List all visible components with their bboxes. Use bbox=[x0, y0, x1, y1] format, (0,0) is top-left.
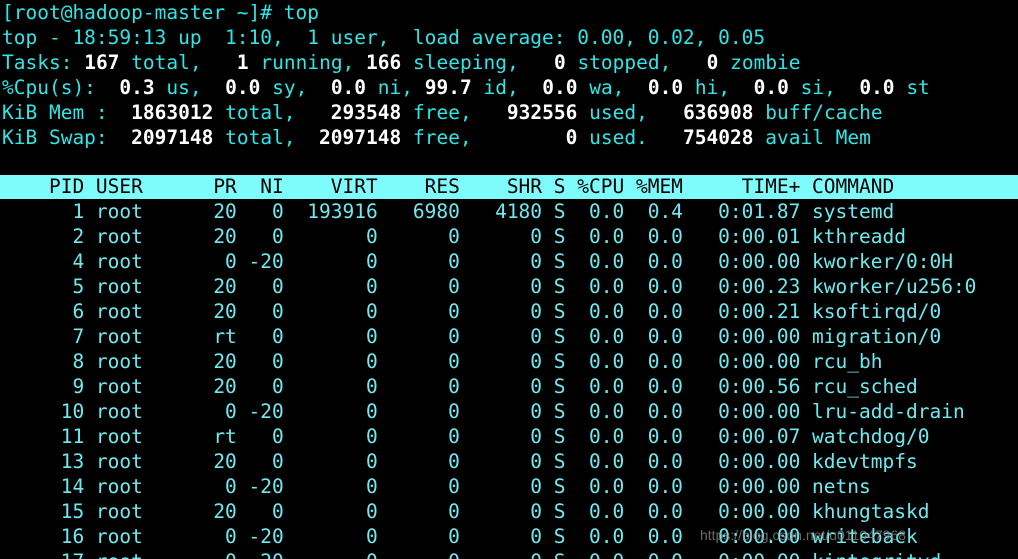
swap-total-label: total, bbox=[225, 126, 296, 149]
swap-total-value: 2097148 bbox=[131, 126, 214, 149]
cpu-ni-value: 0.0 bbox=[330, 76, 367, 99]
tasks-line: Tasks: 167 total, 1 running, 166 sleepin… bbox=[0, 50, 1018, 75]
swap-line: KiB Swap: 2097148 total, 2097148 free, 0… bbox=[0, 125, 1018, 150]
uptime-line: top - 18:59:13 up 1:10, 1 user, load ave… bbox=[0, 25, 1018, 50]
mem-used-label: used, bbox=[589, 101, 648, 124]
table-row[interactable]: 13 root 20 0 0 0 0 S 0.0 0.0 0:00.00 kde… bbox=[0, 449, 1018, 474]
cpu-id-value: 99.7 bbox=[424, 76, 472, 99]
tasks-zombie-value: 0 bbox=[706, 51, 719, 74]
mem-total-value: 1863012 bbox=[131, 101, 214, 124]
uptime-text: top - 18:59:13 up 1:10, 1 user, load ave… bbox=[2, 26, 766, 49]
cpu-sy-label: sy, bbox=[272, 76, 308, 99]
table-row[interactable]: 1 root 20 0 193916 6980 4180 S 0.0 0.4 0… bbox=[0, 199, 1018, 224]
swap-label: KiB Swap: bbox=[2, 126, 108, 149]
tasks-sleeping-value: 166 bbox=[366, 51, 402, 74]
terminal-window[interactable]: [root@hadoop-master ~]# top top - 18:59:… bbox=[0, 0, 1018, 559]
table-row[interactable]: 7 root rt 0 0 0 0 S 0.0 0.0 0:00.00 migr… bbox=[0, 324, 1018, 349]
mem-label: KiB Mem : bbox=[2, 101, 108, 124]
process-table-body[interactable]: 1 root 20 0 193916 6980 4180 S 0.0 0.4 0… bbox=[0, 199, 1018, 559]
swap-free-label: free, bbox=[412, 126, 472, 149]
mem-used-value: 932556 bbox=[506, 101, 578, 124]
process-table-header[interactable]: PID USER PR NI VIRT RES SHR S %CPU %MEM … bbox=[0, 175, 1018, 199]
cpu-st-value: 0.0 bbox=[859, 76, 895, 99]
table-row[interactable]: 9 root 20 0 0 0 0 S 0.0 0.0 0:00.56 rcu_… bbox=[0, 374, 1018, 399]
tasks-sleeping-label: sleeping, bbox=[413, 51, 519, 74]
table-row[interactable]: 15 root 20 0 0 0 0 S 0.0 0.0 0:00.00 khu… bbox=[0, 499, 1018, 524]
swap-avail-label: avail Mem bbox=[765, 126, 871, 149]
mem-line: KiB Mem : 1863012 total, 293548 free, 93… bbox=[0, 100, 1018, 125]
mem-buffcache-label: buff/cache bbox=[765, 101, 883, 124]
table-row[interactable]: 10 root 0 -20 0 0 0 S 0.0 0.0 0:00.00 lr… bbox=[0, 399, 1018, 424]
swap-free-value: 2097148 bbox=[319, 126, 402, 149]
tasks-stopped-label: stopped, bbox=[577, 51, 672, 74]
table-row[interactable]: 14 root 0 -20 0 0 0 S 0.0 0.0 0:00.00 ne… bbox=[0, 474, 1018, 499]
table-row[interactable]: 8 root 20 0 0 0 0 S 0.0 0.0 0:00.00 rcu_… bbox=[0, 349, 1018, 374]
tasks-total-label: total, bbox=[131, 51, 202, 74]
swap-used-label: used. bbox=[589, 126, 648, 149]
cpu-wa-value: 0.0 bbox=[542, 76, 578, 99]
mem-free-label: free, bbox=[412, 101, 472, 124]
tasks-stopped-value: 0 bbox=[553, 51, 566, 74]
mem-buffcache-value: 636908 bbox=[683, 101, 754, 124]
tasks-running-value: 1 bbox=[236, 51, 249, 74]
cpu-sy-value: 0.0 bbox=[225, 76, 261, 99]
cpu-us-label: us, bbox=[166, 76, 202, 99]
table-row[interactable]: 2 root 20 0 0 0 0 S 0.0 0.0 0:00.01 kthr… bbox=[0, 224, 1018, 249]
table-row[interactable]: 11 root rt 0 0 0 0 S 0.0 0.0 0:00.07 wat… bbox=[0, 424, 1018, 449]
mem-free-value: 293548 bbox=[330, 101, 402, 124]
top-summary-area: [root@hadoop-master ~]# top top - 18:59:… bbox=[0, 0, 1018, 150]
tasks-zombie-label: zombie bbox=[730, 51, 801, 74]
cpu-hi-label: hi, bbox=[694, 76, 731, 99]
table-row[interactable]: 5 root 20 0 0 0 0 S 0.0 0.0 0:00.23 kwor… bbox=[0, 274, 1018, 299]
shell-prompt-line: [root@hadoop-master ~]# top bbox=[0, 0, 1018, 25]
tasks-total-value: 167 bbox=[84, 51, 120, 74]
table-row[interactable]: 16 root 0 -20 0 0 0 S 0.0 0.0 0:00.00 wr… bbox=[0, 524, 1018, 549]
swap-used-value: 0 bbox=[565, 126, 578, 149]
cpu-hi-value: 0.0 bbox=[647, 76, 684, 99]
swap-avail-value: 754028 bbox=[683, 126, 754, 149]
cpu-id-label: id, bbox=[483, 76, 519, 99]
cpu-ni-label: ni, bbox=[377, 76, 414, 99]
cpu-wa-label: wa, bbox=[589, 76, 625, 99]
table-row[interactable]: 4 root 0 -20 0 0 0 S 0.0 0.0 0:00.00 kwo… bbox=[0, 249, 1018, 274]
cpu-line: %Cpu(s): 0.3 us, 0.0 sy, 0.0 ni, 99.7 id… bbox=[0, 75, 1018, 100]
table-row[interactable]: 17 root 0 -20 0 0 0 S 0.0 0.0 0:00.00 ki… bbox=[0, 549, 1018, 559]
cpu-us-value: 0.3 bbox=[119, 76, 155, 99]
cpu-si-value: 0.0 bbox=[753, 76, 789, 99]
prompt-text: [root@hadoop-master ~]# top bbox=[2, 1, 319, 24]
cpu-st-label: st bbox=[906, 76, 930, 99]
tasks-label: Tasks: bbox=[2, 51, 73, 74]
cpu-label: %Cpu(s): bbox=[2, 76, 96, 99]
table-row[interactable]: 6 root 20 0 0 0 0 S 0.0 0.0 0:00.21 ksof… bbox=[0, 299, 1018, 324]
tasks-running-label: running, bbox=[260, 51, 355, 74]
mem-total-label: total, bbox=[225, 101, 296, 124]
cpu-si-label: si, bbox=[800, 76, 836, 99]
